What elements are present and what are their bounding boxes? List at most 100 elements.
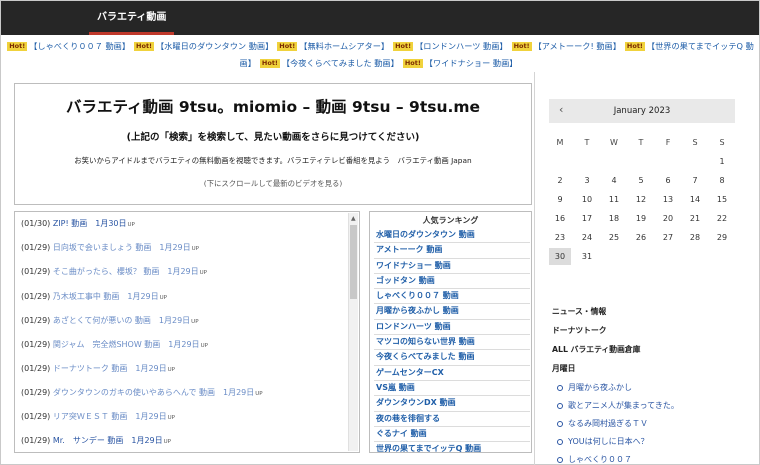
sidebar-link-news[interactable]: ニュース・情報 [552, 306, 752, 325]
calendar-day[interactable]: 10 [576, 191, 598, 208]
scrollbar-thumb[interactable] [350, 225, 357, 299]
calendar-day[interactable]: 6 [657, 172, 679, 189]
calendar-day[interactable]: 30 [549, 248, 571, 265]
video-list-item: (01/29) ドーナツトーク 動画 1月29日UP [21, 363, 175, 374]
ranking-item[interactable]: ぐるナイ 動画 [374, 427, 530, 443]
hot-link[interactable]: 【しゃべくり００７ 動画】 [29, 41, 130, 51]
ranking-item[interactable]: 世界の果てまでイッテQ 動画 [374, 442, 530, 452]
calendar-day[interactable]: 9 [549, 191, 571, 208]
video-link[interactable]: リア突ＷＥＳＴ 動画 1月29日 [50, 412, 167, 421]
video-link[interactable]: ZIP! 動画 1月30日 [50, 219, 127, 228]
hot-link[interactable]: 【無料ホームシアター】 [299, 41, 389, 51]
monday-show-link[interactable]: 月曜から夜ふかし [552, 382, 752, 400]
video-link[interactable]: あざとくて何が悪いの 動画 1月29日 [50, 316, 190, 325]
monday-show-link[interactable]: 歌とアニメ人が集まってきた。 [552, 400, 752, 418]
ranking-item[interactable]: ダウンタウンDX 動画 [374, 396, 530, 412]
calendar-widget: ‹ January 2023 M T W T F S S 1 2 3 4 5 6 7 8 9 10 11 12 13 1… [549, 99, 735, 267]
sidebar-link-all-archive[interactable]: ALL バラエティ動画倉庫 [552, 344, 752, 363]
ranking-item[interactable]: ワイドナショー 動画 [374, 259, 530, 274]
column-divider [534, 72, 535, 465]
video-list-item: (01/29) 日向坂で会いましょう 動画 1月29日UP [21, 242, 199, 253]
video-date: (01/29) [21, 364, 51, 373]
calendar-week-row: 1 [549, 153, 735, 172]
video-date: (01/29) [21, 292, 51, 301]
monday-show-link[interactable]: なるみ岡村過ぎるＴＶ [552, 418, 752, 436]
hot-link[interactable]: 【アメトーーク! 動画】 [534, 41, 621, 51]
calendar-day[interactable]: 11 [603, 191, 625, 208]
video-link[interactable]: 乃木坂工事中 動画 1月29日 [50, 292, 159, 301]
calendar-day[interactable]: 4 [603, 172, 625, 189]
ranking-title: 人気ランキング [422, 216, 479, 225]
calendar-day[interactable]: 2 [549, 172, 571, 189]
ranking-item[interactable]: マツコの知らない世界 動画 [374, 335, 530, 351]
calendar-day[interactable]: 7 [684, 172, 706, 189]
calendar-day[interactable]: 29 [711, 229, 733, 246]
calendar-day[interactable]: 17 [576, 210, 598, 227]
video-link[interactable]: ドーナツトーク 動画 1月29日 [50, 364, 167, 373]
hot-link[interactable]: 【ワイドナショー 動画】 [425, 58, 518, 68]
ranking-item[interactable]: VS嵐 動画 [374, 381, 530, 397]
ranking-item[interactable]: ロンドンハーツ 動画 [374, 320, 530, 336]
ranking-item[interactable]: 今夜くらべてみました 動画 [374, 350, 530, 366]
weekday-label: M [556, 138, 564, 147]
hot-link[interactable]: 【水曜日のダウンタウン 動画】 [156, 41, 273, 51]
calendar-day[interactable]: 13 [657, 191, 679, 208]
video-list-item: (01/29) 関ジャム 完全燃SHOW 動画 1月29日UP [21, 339, 208, 350]
monday-show-link[interactable]: YOUは何しに日本へ？ [552, 436, 752, 454]
calendar-day[interactable]: 14 [684, 191, 706, 208]
calendar-day[interactable]: 16 [549, 210, 571, 227]
calendar-day[interactable]: 28 [684, 229, 706, 246]
site-header-box: バラエティ動画 9tsu。miomio – 動画 9tsu – 9tsu.me … [14, 83, 532, 205]
video-link[interactable]: そこ曲がったら、櫻坂？ 動画 1月29日 [50, 267, 199, 276]
calendar-day[interactable]: 19 [630, 210, 652, 227]
site-title: バラエティ動画 9tsu。miomio – 動画 9tsu – 9tsu.me [65, 98, 481, 116]
video-link[interactable]: 関ジャム 完全燃SHOW 動画 1月29日 [50, 340, 200, 349]
monday-show-link[interactable]: しゃべくり００７ [552, 454, 752, 465]
hot-link[interactable]: 【ロンドンハーツ 動画】 [415, 41, 508, 51]
calendar-day[interactable]: 20 [657, 210, 679, 227]
sidebar-link-donuts-talk[interactable]: ドーナツトーク [552, 325, 752, 344]
scroll-up-arrow-icon[interactable]: ▲ [351, 215, 356, 222]
hot-link[interactable]: 【今夜くらべてみました 動画】 [282, 58, 399, 68]
nav-home-link[interactable]: バラエティ動画 [89, 1, 175, 35]
calendar-grid: M T W T F S S 1 2 3 4 5 6 7 8 9 10 11 12 13 14 15 16 17 18 19 20 21… [549, 134, 735, 267]
calendar-day[interactable]: 15 [711, 191, 733, 208]
calendar-day[interactable]: 1 [711, 153, 733, 170]
video-link[interactable]: ダウンタウンのガキの使いやあらへんで 動画 1月29日 [50, 388, 254, 397]
calendar-day[interactable]: 18 [603, 210, 625, 227]
calendar-day[interactable]: 22 [711, 210, 733, 227]
calendar-day[interactable]: 8 [711, 172, 733, 189]
video-date: (01/30) [21, 219, 51, 228]
ranking-item[interactable]: 月曜から夜ふかし 動画 [374, 304, 530, 320]
weekday-label: T [584, 138, 590, 147]
video-link[interactable]: Mr. サンデー 動画 1月29日 [50, 436, 163, 445]
calendar-day[interactable]: 24 [576, 229, 598, 246]
calendar-month-label: January 2023 [613, 106, 671, 116]
monday-show-list: 月曜から夜ふかし 歌とアニメ人が集まってきた。 なるみ岡村過ぎるＴＶ YOUは何しに日… [552, 382, 752, 465]
ranking-item[interactable]: しゃべくり００７ 動画 [374, 289, 530, 305]
popular-ranking-panel: 人気ランキング 水曜日のダウンタウン 動画 アメトーーク 動画 ワイドナショー 動画… [369, 211, 532, 453]
latest-videos-list[interactable]: ▲ (01/30) ZIP! 動画 1月30日UP (01/29) 日向坂で会いま… [14, 211, 360, 453]
hot-badge: Hot! [402, 59, 423, 68]
ranking-item[interactable]: 水曜日のダウンタウン 動画 [374, 228, 530, 244]
ranking-item[interactable]: 夜の巷を徘徊する [374, 412, 530, 427]
calendar-day[interactable]: 12 [630, 191, 652, 208]
calendar-week-row: 23 24 25 26 27 28 29 [549, 229, 735, 248]
calendar-day[interactable]: 21 [684, 210, 706, 227]
calendar-day[interactable]: 5 [630, 172, 652, 189]
calendar-day[interactable]: 26 [630, 229, 652, 246]
weekday-label: S [719, 138, 725, 147]
ranking-item[interactable]: ゴッドタン 動画 [374, 274, 530, 290]
ranking-item[interactable]: ゲームセンターCX [374, 366, 530, 381]
up-badge: UP [127, 222, 135, 228]
video-link[interactable]: 日向坂で会いましょう 動画 1月29日 [50, 243, 191, 252]
videos-scrollbar[interactable]: ▲ [348, 213, 358, 451]
calendar-day[interactable]: 31 [576, 248, 598, 265]
calendar-day[interactable]: 25 [603, 229, 625, 246]
ranking-list: 水曜日のダウンタウン 動画 アメトーーク 動画 ワイドナショー 動画 ゴッドタン 動画… [374, 228, 530, 452]
site-description: お笑いからアイドルまでバラエティの無料動画を視聴できます。バラエティテレビ番組を… [74, 156, 472, 165]
calendar-day[interactable]: 23 [549, 229, 571, 246]
ranking-item[interactable]: アメトーーク 動画 [374, 243, 530, 259]
calendar-day[interactable]: 3 [576, 172, 598, 189]
calendar-day[interactable]: 27 [657, 229, 679, 246]
